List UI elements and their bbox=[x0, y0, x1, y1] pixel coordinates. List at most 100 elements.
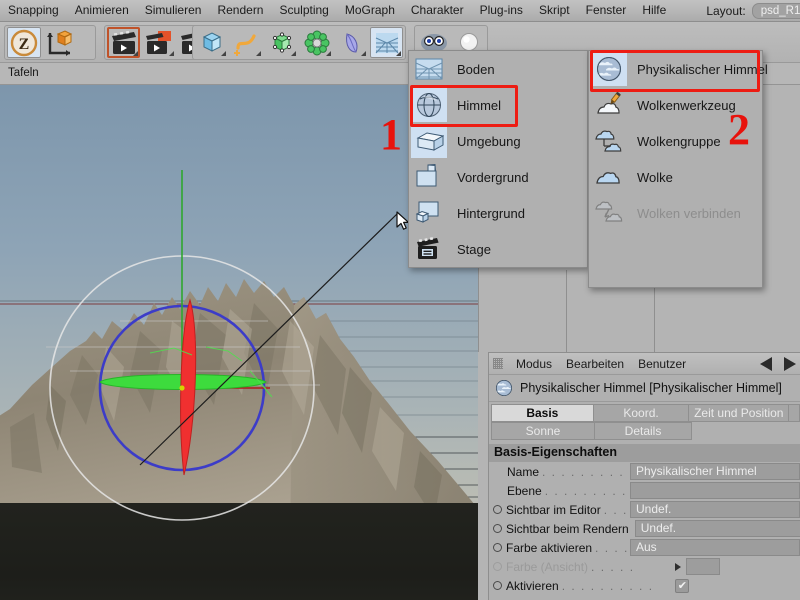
section-header-basis-eigenschaften: Basis-Eigenschaften bbox=[489, 444, 800, 462]
menu-item-himmel[interactable]: Himmel bbox=[409, 87, 587, 123]
nurbs-icon[interactable] bbox=[265, 27, 298, 58]
layout-label: Layout: bbox=[706, 3, 746, 18]
foreground-icon bbox=[411, 160, 447, 194]
menu-item-mograph[interactable]: MoGraph bbox=[337, 0, 403, 21]
forward-arrow-icon[interactable] bbox=[784, 357, 796, 371]
property-label-sichtbar-im-editor: Sichtbar im Editor bbox=[506, 502, 601, 517]
property-value-farbe-aktivieren[interactable]: Aus bbox=[630, 539, 800, 556]
attribute-tabs: Basis Koord. Zeit und Position Sonne Det… bbox=[489, 402, 800, 440]
menu-item-vordergrund[interactable]: Vordergrund bbox=[409, 159, 587, 195]
annotation-1: 1 bbox=[380, 110, 402, 159]
menu-item-hintergrund[interactable]: Hintergrund bbox=[409, 195, 587, 231]
attribute-manager-menubar: Modus Bearbeiten Benutzer bbox=[489, 353, 800, 375]
property-value-farbe-ansicht[interactable] bbox=[685, 558, 720, 575]
axis-object-icon[interactable] bbox=[43, 27, 77, 58]
menu-label-hintergrund: Hintergrund bbox=[457, 205, 525, 221]
toolbar-group-objects bbox=[192, 25, 406, 60]
render-view-icon[interactable] bbox=[107, 27, 140, 58]
cloud-icon bbox=[591, 160, 627, 194]
attribute-title-text: Physikalischer Himmel [Physikalischer Hi… bbox=[520, 381, 782, 395]
tab-zeit-und-position[interactable]: Zeit und Position bbox=[688, 404, 790, 422]
flyout-corner bbox=[291, 51, 296, 56]
radio-aktivieren[interactable] bbox=[493, 581, 502, 590]
menu-item-rendern[interactable]: Rendern bbox=[209, 0, 271, 21]
radio-sichtbar-beim-rendern[interactable] bbox=[493, 524, 502, 533]
menu-item-wolke[interactable]: Wolke bbox=[589, 159, 762, 195]
attribute-object-header: Physikalischer Himmel [Physikalischer Hi… bbox=[489, 375, 800, 402]
radio-farbe-aktivieren[interactable] bbox=[493, 543, 502, 552]
property-label-name: Name bbox=[507, 464, 540, 479]
sky-submenu[interactable]: Physikalischer Himmel Wolkenwerkzeug Wol… bbox=[588, 50, 768, 288]
property-value-sichtbar-im-editor[interactable]: Undef. bbox=[630, 501, 800, 518]
toolbar-group-main: Z bbox=[4, 25, 96, 60]
checkbox-aktivieren[interactable]: ✔ bbox=[675, 578, 690, 593]
menu-item-boden[interactable]: Boden bbox=[409, 51, 587, 87]
flyout-corner bbox=[326, 51, 331, 56]
flyout-corner bbox=[396, 51, 401, 56]
clapperboard-icon bbox=[411, 232, 447, 266]
menu-item-snapping[interactable]: Snapping bbox=[0, 0, 67, 21]
expand-arrow-icon[interactable] bbox=[674, 562, 681, 571]
menu-item-wolken-verbinden[interactable]: Wolken verbinden bbox=[589, 195, 762, 231]
cloud-group-icon bbox=[591, 124, 627, 158]
flyout-corner bbox=[256, 51, 261, 56]
menu-label-vordergrund: Vordergrund bbox=[457, 169, 529, 185]
main-menu-bar: Snapping Animieren Simulieren Rendern Sc… bbox=[0, 0, 800, 22]
menu-item-fenster[interactable]: Fenster bbox=[578, 0, 635, 21]
menu-label-wolken-verbinden: Wolken verbinden bbox=[637, 205, 741, 221]
deformer-icon[interactable] bbox=[335, 27, 368, 58]
scene-object-menu[interactable]: Boden Himmel Umgebung Vordergrund Hinter bbox=[408, 50, 588, 268]
menu-label-stage: Stage bbox=[457, 241, 491, 257]
attr-menu-benutzer[interactable]: Benutzer bbox=[631, 357, 693, 371]
panel-divider bbox=[566, 270, 567, 352]
layout-dropdown[interactable]: psd_R14_c4 bbox=[751, 2, 800, 19]
menu-item-skript[interactable]: Skript bbox=[531, 0, 578, 21]
cube-primitive-icon[interactable] bbox=[195, 27, 228, 58]
spline-icon[interactable] bbox=[230, 27, 263, 58]
menu-label-physikalischer-himmel: Physikalischer Himmel bbox=[637, 61, 768, 77]
attribute-tabs-row-1: Basis Koord. Zeit und Position bbox=[491, 404, 800, 422]
property-label-ebene: Ebene bbox=[507, 483, 542, 498]
physical-sky-icon bbox=[591, 52, 627, 86]
menu-item-physikalischer-himmel[interactable]: Physikalischer Himmel bbox=[589, 51, 768, 87]
tab-koord[interactable]: Koord. bbox=[592, 404, 690, 422]
render-picture-icon[interactable] bbox=[142, 27, 175, 58]
property-row-ebene: Ebene . . . . . . . . . . . bbox=[489, 481, 800, 500]
background-icon bbox=[411, 196, 447, 230]
tab-details[interactable]: Details bbox=[594, 422, 692, 440]
property-value-sichtbar-beim-rendern[interactable]: Undef. bbox=[634, 520, 800, 537]
dot-leader: . . . . . . . . . . bbox=[561, 578, 654, 593]
sky-globe-icon bbox=[411, 88, 447, 122]
menu-label-umgebung: Umgebung bbox=[457, 133, 521, 149]
menu-item-umgebung[interactable]: Umgebung bbox=[409, 123, 587, 159]
menu-item-sculpting[interactable]: Sculpting bbox=[271, 0, 336, 21]
logo-z-icon[interactable]: Z bbox=[7, 27, 41, 58]
menu-item-animieren[interactable]: Animieren bbox=[67, 0, 137, 21]
property-row-farbe-aktivieren: Farbe aktivieren . . . . . . Aus bbox=[489, 538, 800, 557]
property-value-name[interactable]: Physikalischer Himmel bbox=[630, 463, 800, 480]
attr-menu-bearbeiten[interactable]: Bearbeiten bbox=[559, 357, 631, 371]
menu-item-stage[interactable]: Stage bbox=[409, 231, 587, 267]
menu-item-simulieren[interactable]: Simulieren bbox=[137, 0, 210, 21]
rotation-gizmo[interactable] bbox=[0, 85, 478, 600]
flyout-corner bbox=[361, 51, 366, 56]
scene-floor-icon[interactable] bbox=[370, 27, 403, 58]
property-value-ebene[interactable] bbox=[630, 482, 800, 499]
menu-label-wolke: Wolke bbox=[637, 169, 673, 185]
back-arrow-icon[interactable] bbox=[760, 357, 772, 371]
property-label-sichtbar-beim-rendern: Sichtbar beim Rendern bbox=[506, 521, 629, 536]
attr-menu-modus[interactable]: Modus bbox=[509, 357, 559, 371]
property-row-farbe-ansicht: Farbe (Ansicht) . . . . . bbox=[489, 557, 800, 576]
menu-item-hilfe[interactable]: Hilfe bbox=[634, 0, 674, 21]
tab-sonne[interactable]: Sonne bbox=[491, 422, 595, 440]
tab-basis[interactable]: Basis bbox=[491, 404, 594, 422]
3d-viewport[interactable] bbox=[0, 85, 478, 600]
modeling-object-icon[interactable] bbox=[300, 27, 333, 58]
annotation-2: 2 bbox=[728, 105, 750, 154]
menu-item-plugins[interactable]: Plug-ins bbox=[472, 0, 531, 21]
radio-sichtbar-im-editor[interactable] bbox=[493, 505, 502, 514]
flyout-corner bbox=[221, 51, 226, 56]
panel-grip-icon[interactable] bbox=[493, 358, 503, 369]
menu-item-charakter[interactable]: Charakter bbox=[403, 0, 472, 21]
tab-overflow[interactable] bbox=[788, 404, 800, 422]
